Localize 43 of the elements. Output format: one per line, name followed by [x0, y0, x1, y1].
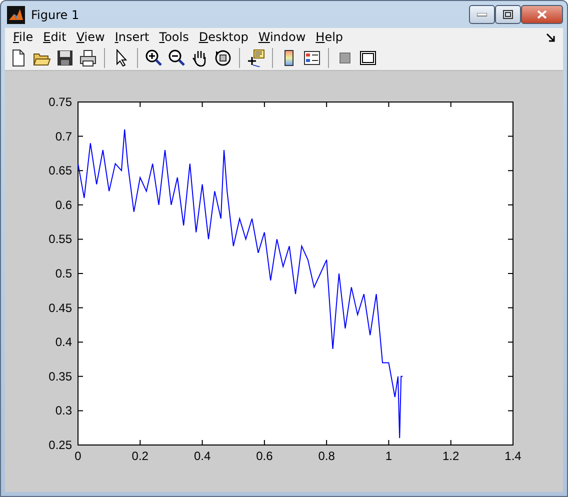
y-tick-label: 0.6	[55, 198, 72, 212]
window-title: Figure 1	[31, 6, 80, 24]
close-button[interactable]	[521, 5, 563, 24]
y-tick-label: 0.35	[48, 369, 72, 384]
x-tick-label: 0.4	[194, 449, 211, 463]
legend-icon[interactable]	[303, 49, 321, 67]
menu-item[interactable]: File	[8, 28, 38, 46]
maximize-icon	[503, 10, 513, 19]
y-tick-label: 0.65	[48, 164, 72, 178]
minimize-icon	[477, 12, 487, 16]
y-tick-label: 0.3	[55, 404, 72, 418]
x-tick-label: 0.8	[318, 449, 335, 463]
y-tick-label: 0.55	[48, 232, 72, 246]
x-tick-label: 1	[385, 449, 392, 463]
menu-item[interactable]: Desktop	[194, 28, 254, 46]
zoom-out-icon[interactable]	[168, 49, 186, 67]
y-tick-label: 0.45	[48, 300, 72, 315]
menu-item[interactable]: Tools	[154, 28, 194, 46]
y-tick-label: 0.4	[55, 335, 72, 350]
x-tick-label: 1.2	[442, 449, 460, 463]
dock-arrow-icon[interactable]	[546, 32, 555, 42]
data-cursor-icon[interactable]	[247, 49, 265, 67]
window-frame-icon[interactable]	[359, 49, 377, 67]
printer-icon[interactable]	[79, 49, 97, 67]
zoom-in-icon[interactable]	[145, 49, 163, 67]
menu-item[interactable]: Edit	[38, 28, 72, 46]
menu-item[interactable]: Window	[253, 28, 311, 46]
x-tick-label: 1.4	[504, 449, 522, 463]
rotate-3d-icon[interactable]	[214, 49, 232, 67]
y-tick-label: 0.25	[48, 438, 72, 452]
y-tick-label: 0.7	[55, 129, 72, 144]
menu-item[interactable]: Help	[310, 28, 348, 46]
x-tick-label: 0.2	[132, 449, 148, 463]
y-tick-label: 0.75	[48, 95, 72, 109]
menu-item[interactable]: Insert	[110, 28, 154, 46]
menu-item[interactable]: View	[71, 28, 110, 46]
maximize-button[interactable]	[495, 5, 521, 24]
close-icon	[537, 10, 547, 19]
x-tick-label: 0.6	[256, 449, 273, 463]
x-tick-label: 0	[74, 449, 82, 463]
app-logo-icon	[7, 6, 25, 24]
minimize-button[interactable]	[469, 5, 495, 24]
y-tick-label: 0.5	[55, 266, 72, 280]
